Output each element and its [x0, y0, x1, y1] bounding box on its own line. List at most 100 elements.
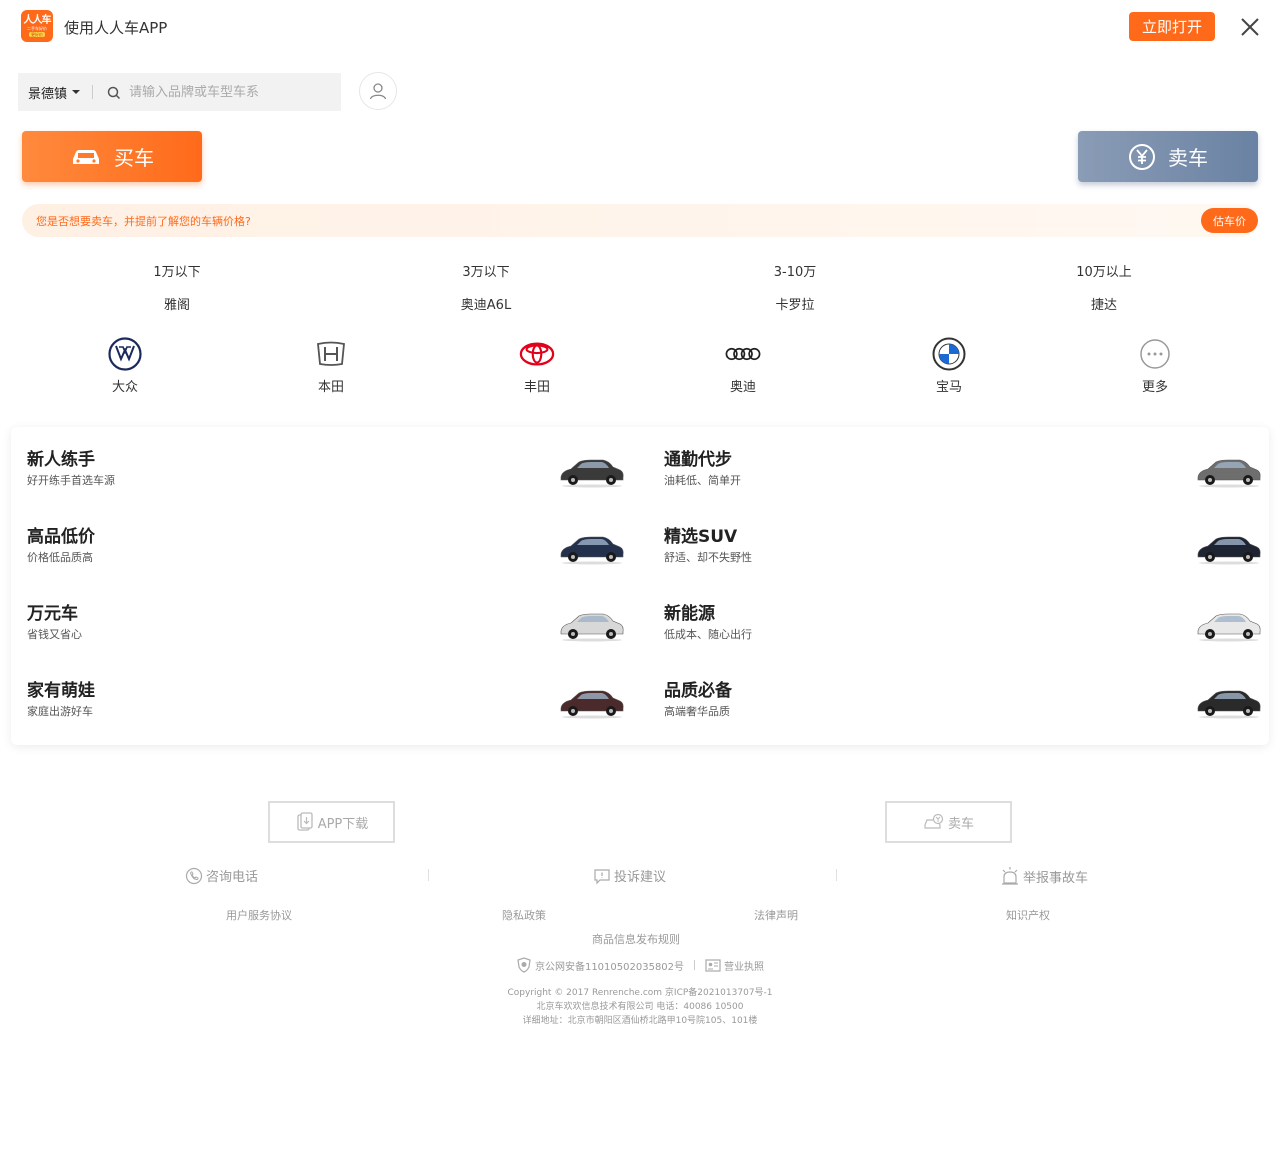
price-range-label[interactable]: 1万以下 [97, 261, 257, 280]
app-download-button[interactable]: APP下载 [268, 801, 395, 843]
search-bar: 景德镇 [18, 73, 341, 111]
report-accident-link[interactable]: 举报事故车 [1000, 866, 1088, 886]
phone-icon [185, 867, 203, 885]
category-subtitle: 家庭出游好车 [27, 705, 93, 718]
complaint-label: 投诉建议 [614, 870, 667, 885]
toyota-logo-icon [519, 336, 555, 372]
car-photo-icon [560, 536, 624, 565]
brand-more[interactable]: 更多 [1115, 336, 1195, 395]
info-rules-link[interactable]: 商品信息发布规则 [592, 931, 680, 947]
user-avatar-icon[interactable] [359, 72, 397, 110]
price-range-example[interactable]: 奥迪A6L [406, 294, 566, 313]
message-icon [593, 867, 611, 885]
open-app-button[interactable]: 立即打开 [1129, 12, 1215, 41]
legal-notice-link[interactable]: 法律声明 [754, 907, 798, 923]
brand-name: 丰田 [523, 380, 550, 395]
privacy-policy-link[interactable]: 隐私政策 [502, 907, 546, 923]
caret-down-icon [72, 90, 81, 94]
estimate-text: 您是否想要卖车，并提前了解您的车辆价格? [36, 215, 251, 228]
company-text: 北京车欢欢信息技术有限公司 电话：40086 10500 [536, 1002, 744, 1012]
brand-volkswagen[interactable]: 大众 [85, 336, 165, 395]
buy-car-label: 买车 [114, 146, 154, 170]
brand-name: 奥迪 [729, 380, 756, 395]
category-item[interactable]: 新人练手 好开练手首选车源 [27, 429, 627, 499]
category-card: 新人练手 好开练手首选车源 通勤代步 油耗低、简单开 高品低价 价格低品质高 精… [11, 427, 1269, 745]
brand-name: 宝马 [935, 380, 962, 395]
page: 人人车 二手车好价 更好价 使用人人车APP 立即打开 景德镇 买车 [0, 0, 1280, 1167]
price-range-label[interactable]: 3-10万 [715, 261, 875, 280]
car-photo-icon [560, 459, 624, 488]
price-range-label[interactable]: 3万以下 [406, 261, 566, 280]
report-accident-label: 举报事故车 [1023, 870, 1089, 886]
category-item[interactable]: 万元车 省钱又省心 [27, 583, 627, 653]
category-subtitle: 低成本、随心出行 [664, 628, 752, 641]
brand-bmw[interactable]: 宝马 [909, 336, 989, 395]
category-title: 高品低价 [27, 527, 95, 547]
hotline-label: 咨询电话 [206, 870, 259, 885]
city-select[interactable]: 景德镇 [18, 73, 81, 111]
honda-logo-icon [313, 336, 349, 372]
user-agreement-link[interactable]: 用户服务协议 [226, 907, 292, 923]
category-subtitle: 好开练手首选车源 [27, 474, 115, 487]
search-input[interactable] [129, 84, 320, 100]
close-icon[interactable] [1238, 15, 1262, 39]
brand-audi[interactable]: 奥迪 [703, 336, 783, 395]
footer-sell-label: 卖车 [947, 816, 974, 832]
estimate-price-button[interactable]: 估车价 [1201, 208, 1258, 233]
business-license-link[interactable]: 营业执照 [724, 958, 764, 973]
category-title: 新人练手 [27, 450, 95, 470]
category-item[interactable]: 通勤代步 油耗低、简单开 [664, 429, 1264, 499]
car-photo-icon [560, 690, 624, 719]
price-range-4: 10万以上 捷达 [1024, 261, 1184, 313]
brand-toyota[interactable]: 丰田 [497, 336, 577, 395]
category-subtitle: 高端奢华品质 [664, 705, 730, 718]
divider [92, 85, 94, 99]
price-range-example[interactable]: 捷达 [1024, 294, 1184, 313]
category-subtitle: 价格低品质高 [27, 551, 93, 564]
police-record-link[interactable]: 京公网安备11010502035802号 [535, 958, 684, 973]
yuan-icon [1128, 143, 1156, 171]
audi-logo-icon [725, 336, 761, 372]
complaint-link[interactable]: 投诉建议 [593, 866, 666, 885]
alarm-icon [1000, 866, 1020, 886]
car-photo-icon [1197, 613, 1261, 642]
brand-name: 本田 [317, 380, 344, 395]
buy-car-button[interactable]: 买车 [22, 131, 202, 182]
category-item[interactable]: 高品低价 价格低品质高 [27, 506, 627, 576]
copyright-text: Copyright © 2017 Renrenche.com 京ICP备2021… [507, 988, 773, 998]
divider [836, 869, 837, 881]
price-range-example[interactable]: 卡罗拉 [715, 294, 875, 313]
price-range-3: 3-10万 卡罗拉 [715, 261, 875, 313]
brand-honda[interactable]: 本田 [291, 336, 371, 395]
category-title: 品质必备 [664, 681, 732, 701]
category-subtitle: 舒适、却不失野性 [664, 551, 752, 564]
car-photo-icon [1197, 536, 1261, 565]
category-item[interactable]: 新能源 低成本、随心出行 [664, 583, 1264, 653]
price-range-2: 3万以下 奥迪A6L [406, 261, 566, 313]
category-item[interactable]: 品质必备 高端奢华品质 [664, 660, 1264, 730]
car-photo-icon [1197, 459, 1261, 488]
search-icon [107, 85, 121, 100]
police-badge-icon [516, 957, 532, 973]
footer-sell-button[interactable]: 卖车 [885, 801, 1012, 843]
sell-car-button[interactable]: 卖车 [1078, 131, 1258, 182]
car-icon [70, 147, 102, 167]
price-range-label[interactable]: 10万以上 [1024, 261, 1184, 280]
car-photo-icon [560, 613, 624, 642]
category-item[interactable]: 家有萌娃 家庭出游好车 [27, 660, 627, 730]
estimate-banner: 您是否想要卖车，并提前了解您的车辆价格? 估车价 [22, 204, 1258, 237]
divider [428, 869, 429, 881]
category-subtitle: 油耗低、简单开 [664, 474, 741, 487]
license-icon [705, 958, 721, 972]
category-title: 万元车 [27, 604, 78, 624]
app-logo-text: 人人车 [23, 15, 52, 26]
intellectual-property-link[interactable]: 知识产权 [1006, 907, 1050, 923]
category-item[interactable]: 精选SUV 舒适、却不失野性 [664, 506, 1264, 576]
brand-name: 大众 [111, 380, 138, 395]
hotline-link[interactable]: 咨询电话 [185, 866, 258, 885]
app-download-icon [295, 812, 315, 832]
app-logo-tagline: 二手车好价 [27, 26, 47, 31]
more-icon [1137, 336, 1173, 372]
category-title: 新能源 [664, 604, 715, 624]
price-range-example[interactable]: 雅阁 [97, 294, 257, 313]
